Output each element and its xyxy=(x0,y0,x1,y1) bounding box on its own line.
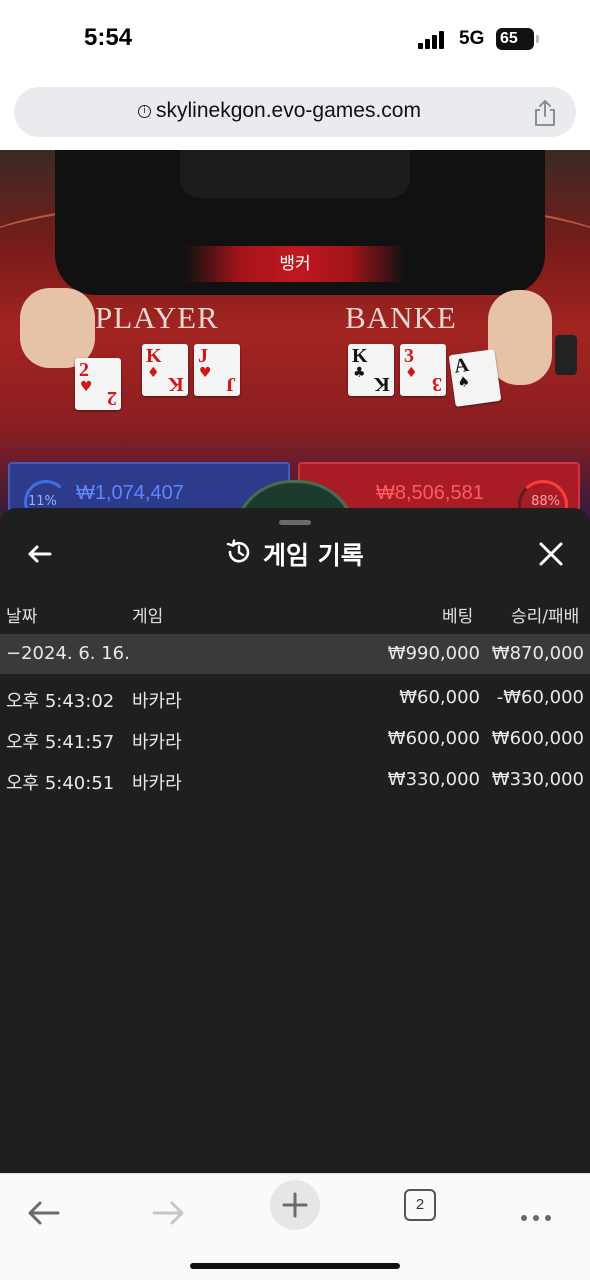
url-text[interactable]: skylinekgon.evo-games.com xyxy=(156,99,421,123)
player-card: K ♦ K xyxy=(142,344,188,396)
forward-icon[interactable] xyxy=(144,1188,194,1238)
plus-icon xyxy=(282,1192,308,1218)
game-video: 뱅커 PLAYER BANKE 2 ♥ 2 K ♦ K J ♥ J K ♣ K … xyxy=(0,150,590,550)
summary-result: ₩870,000 xyxy=(491,643,584,664)
sheet-grabber[interactable] xyxy=(279,520,311,525)
date-summary-row[interactable]: −2024. 6. 16. ₩990,000 ₩870,000 xyxy=(0,634,590,674)
status-time: 5:54 xyxy=(84,24,133,51)
address-bar[interactable]: i skylinekgon.evo-games.com xyxy=(14,87,576,137)
row-result: ₩330,000 xyxy=(491,769,584,790)
history-row[interactable]: 오후 5:40:51 바카라 ₩330,000 ₩330,000 xyxy=(0,760,590,800)
game-history-sheet: 게임 기록 날짜 게임 베팅 승리/패배 −2024. 6. 16. ₩990,… xyxy=(0,508,590,1173)
row-result: ₩600,000 xyxy=(491,728,584,749)
history-row[interactable]: 오후 5:43:02 바카라 ₩60,000 -₩60,000 xyxy=(0,678,590,718)
summary-date: −2024. 6. 16. xyxy=(6,643,130,664)
home-indicator xyxy=(190,1263,400,1269)
history-row[interactable]: 오후 5:41:57 바카라 ₩600,000 ₩600,000 xyxy=(0,719,590,759)
network-type: 5G xyxy=(459,28,485,49)
banker-card: K ♣ K xyxy=(348,344,394,396)
row-bet: ₩600,000 xyxy=(387,728,480,749)
banker-card: 3 ♦ 3 xyxy=(400,344,446,396)
site-info-icon[interactable]: i xyxy=(138,105,151,118)
history-icon xyxy=(226,539,250,563)
card-shoe xyxy=(555,335,577,375)
row-time: 오후 5:43:02 xyxy=(6,691,115,712)
banker-card: A ♠ xyxy=(448,349,502,407)
summary-bet: ₩990,000 xyxy=(387,643,480,664)
player-card: J ♥ J xyxy=(194,344,240,396)
column-header-game[interactable]: 게임 xyxy=(132,602,163,627)
address-bar-area: i skylinekgon.evo-games.com xyxy=(0,80,590,150)
dealer-collar xyxy=(180,150,410,198)
signal-icon xyxy=(418,31,450,49)
player-amount: ₩1,074,407 xyxy=(76,482,184,504)
new-tab-button[interactable] xyxy=(270,1180,320,1230)
close-icon[interactable] xyxy=(533,536,569,572)
back-icon[interactable] xyxy=(18,1188,68,1238)
player-card: 2 ♥ 2 xyxy=(75,358,121,410)
row-bet: ₩60,000 xyxy=(399,687,480,708)
sheet-title: 게임 기록 xyxy=(263,541,364,570)
row-game: 바카라 xyxy=(132,691,182,712)
column-header-date[interactable]: 날짜 xyxy=(6,602,37,627)
banker-amount: ₩8,506,581 xyxy=(376,482,484,504)
row-time: 오후 5:40:51 xyxy=(6,773,115,794)
column-header-bet[interactable]: 베팅 xyxy=(442,602,473,627)
sheet-header: 게임 기록 xyxy=(0,528,590,580)
status-bar: 5:54 5G 65 xyxy=(0,0,590,80)
back-arrow-icon[interactable] xyxy=(22,536,58,572)
column-header-result[interactable]: 승리/패배 xyxy=(511,602,579,627)
banker-label: BANKE xyxy=(345,300,457,335)
browser-toolbar: 2 xyxy=(0,1173,590,1280)
player-percent: 11% xyxy=(28,494,57,509)
dealer-left-hand xyxy=(20,288,95,368)
player-label: PLAYER xyxy=(95,300,219,335)
tabs-button[interactable]: 2 xyxy=(404,1189,436,1221)
row-game: 바카라 xyxy=(132,773,182,794)
winner-banner: 뱅커 xyxy=(185,246,405,282)
battery-icon: 65 xyxy=(496,28,534,50)
banker-percent: 88% xyxy=(531,494,560,509)
dealer-right-hand xyxy=(488,290,552,385)
share-icon[interactable] xyxy=(532,99,558,127)
more-icon[interactable] xyxy=(511,1188,561,1238)
battery-cap xyxy=(536,35,539,43)
row-time: 오후 5:41:57 xyxy=(6,732,115,753)
row-game: 바카라 xyxy=(132,732,182,753)
row-bet: ₩330,000 xyxy=(387,769,480,790)
row-result: -₩60,000 xyxy=(496,687,584,708)
